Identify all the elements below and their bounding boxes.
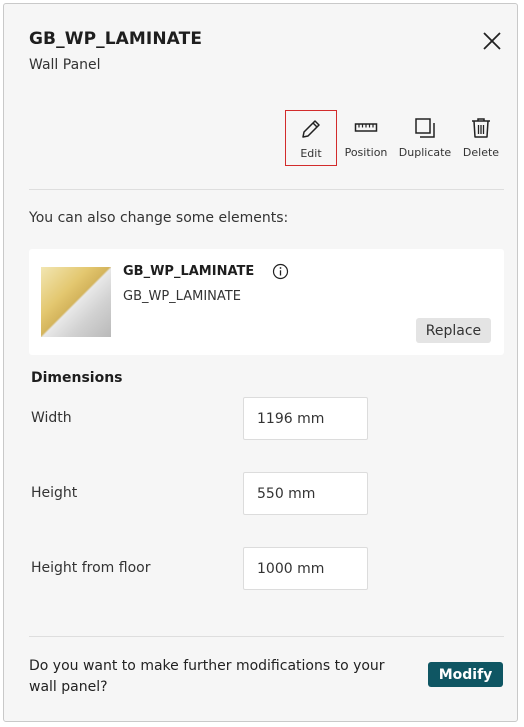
material-card: GB_WP_LAMINATE GB_WP_LAMINATE Replace: [29, 249, 504, 355]
width-label: Width: [31, 410, 72, 426]
edit-label: Edit: [300, 147, 322, 160]
replace-button[interactable]: Replace: [416, 318, 491, 343]
info-icon[interactable]: [272, 263, 289, 280]
duplicate-icon: [415, 118, 435, 138]
height-input[interactable]: [243, 472, 368, 515]
duplicate-label: Duplicate: [398, 146, 452, 159]
position-button[interactable]: Position: [342, 110, 390, 166]
panel-subtitle: Wall Panel: [29, 57, 101, 73]
divider: [29, 189, 504, 190]
height-from-floor-input[interactable]: [243, 547, 368, 590]
duplicate-button[interactable]: Duplicate: [397, 110, 453, 166]
pencil-icon: [302, 120, 320, 138]
delete-label: Delete: [462, 146, 500, 159]
material-name: GB_WP_LAMINATE: [123, 264, 255, 279]
material-subtitle: GB_WP_LAMINATE: [123, 289, 241, 304]
width-input[interactable]: [243, 397, 368, 440]
elements-hint: You can also change some elements:: [29, 210, 289, 226]
height-from-floor-label: Height from floor: [31, 560, 151, 576]
modify-button[interactable]: Modify: [428, 662, 503, 687]
delete-button[interactable]: Delete: [459, 110, 503, 166]
trash-icon: [472, 118, 490, 138]
dimensions-heading: Dimensions: [31, 370, 123, 386]
divider: [29, 636, 504, 637]
edit-button[interactable]: Edit: [285, 110, 337, 166]
close-icon: [483, 32, 501, 50]
wall-panel-properties-panel: GB_WP_LAMINATE Wall Panel Edit Position …: [3, 3, 518, 722]
height-label: Height: [31, 485, 78, 501]
panel-title: GB_WP_LAMINATE: [29, 29, 203, 49]
ruler-icon: [354, 123, 378, 132]
modification-question: Do you want to make further modification…: [29, 658, 385, 695]
close-button[interactable]: [479, 28, 505, 54]
material-swatch[interactable]: [41, 267, 111, 337]
position-label: Position: [344, 146, 388, 159]
